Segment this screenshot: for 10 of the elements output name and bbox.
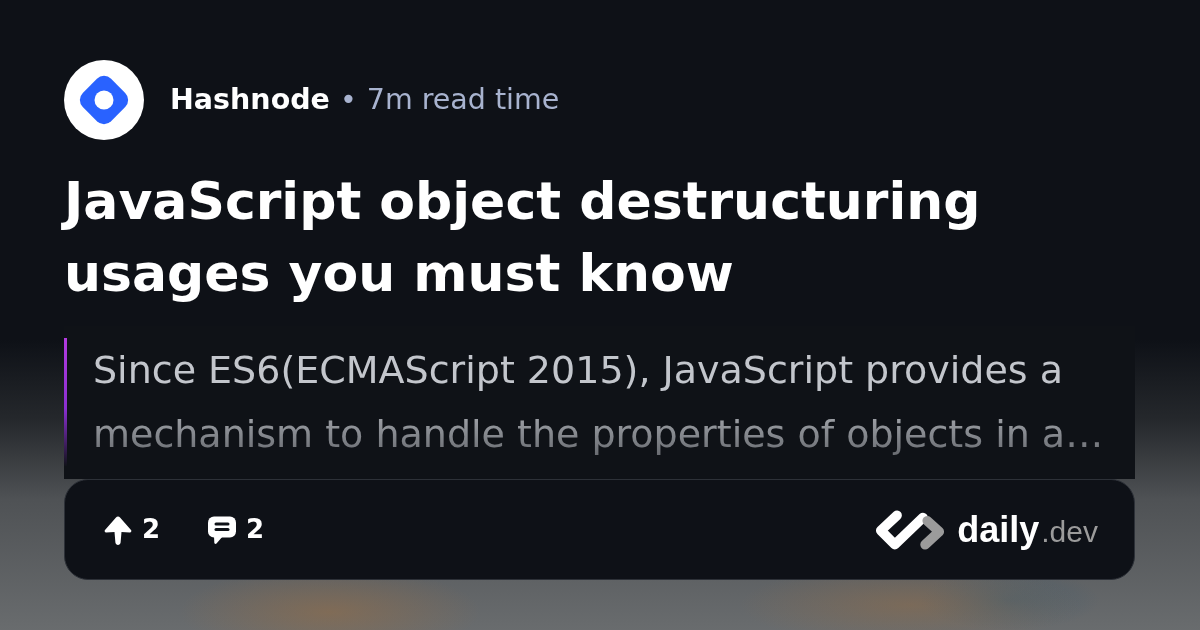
source-name: Hashnode (170, 82, 330, 118)
brand-logo-icon (875, 509, 946, 550)
brand-wordmark: daily (957, 509, 1040, 550)
brand-domain: .dev (1041, 514, 1098, 548)
read-time: 7m read time (366, 82, 560, 118)
post-description: Since ES6(ECMAScript 2015), JavaScript provides a mechanism to handle the properties of objects in a… (93, 347, 1105, 458)
source-avatar-icon (64, 60, 144, 140)
separator-dot: • (339, 82, 357, 118)
upvote-button[interactable]: 2 (102, 513, 161, 546)
comments-button[interactable]: 2 (206, 513, 265, 546)
